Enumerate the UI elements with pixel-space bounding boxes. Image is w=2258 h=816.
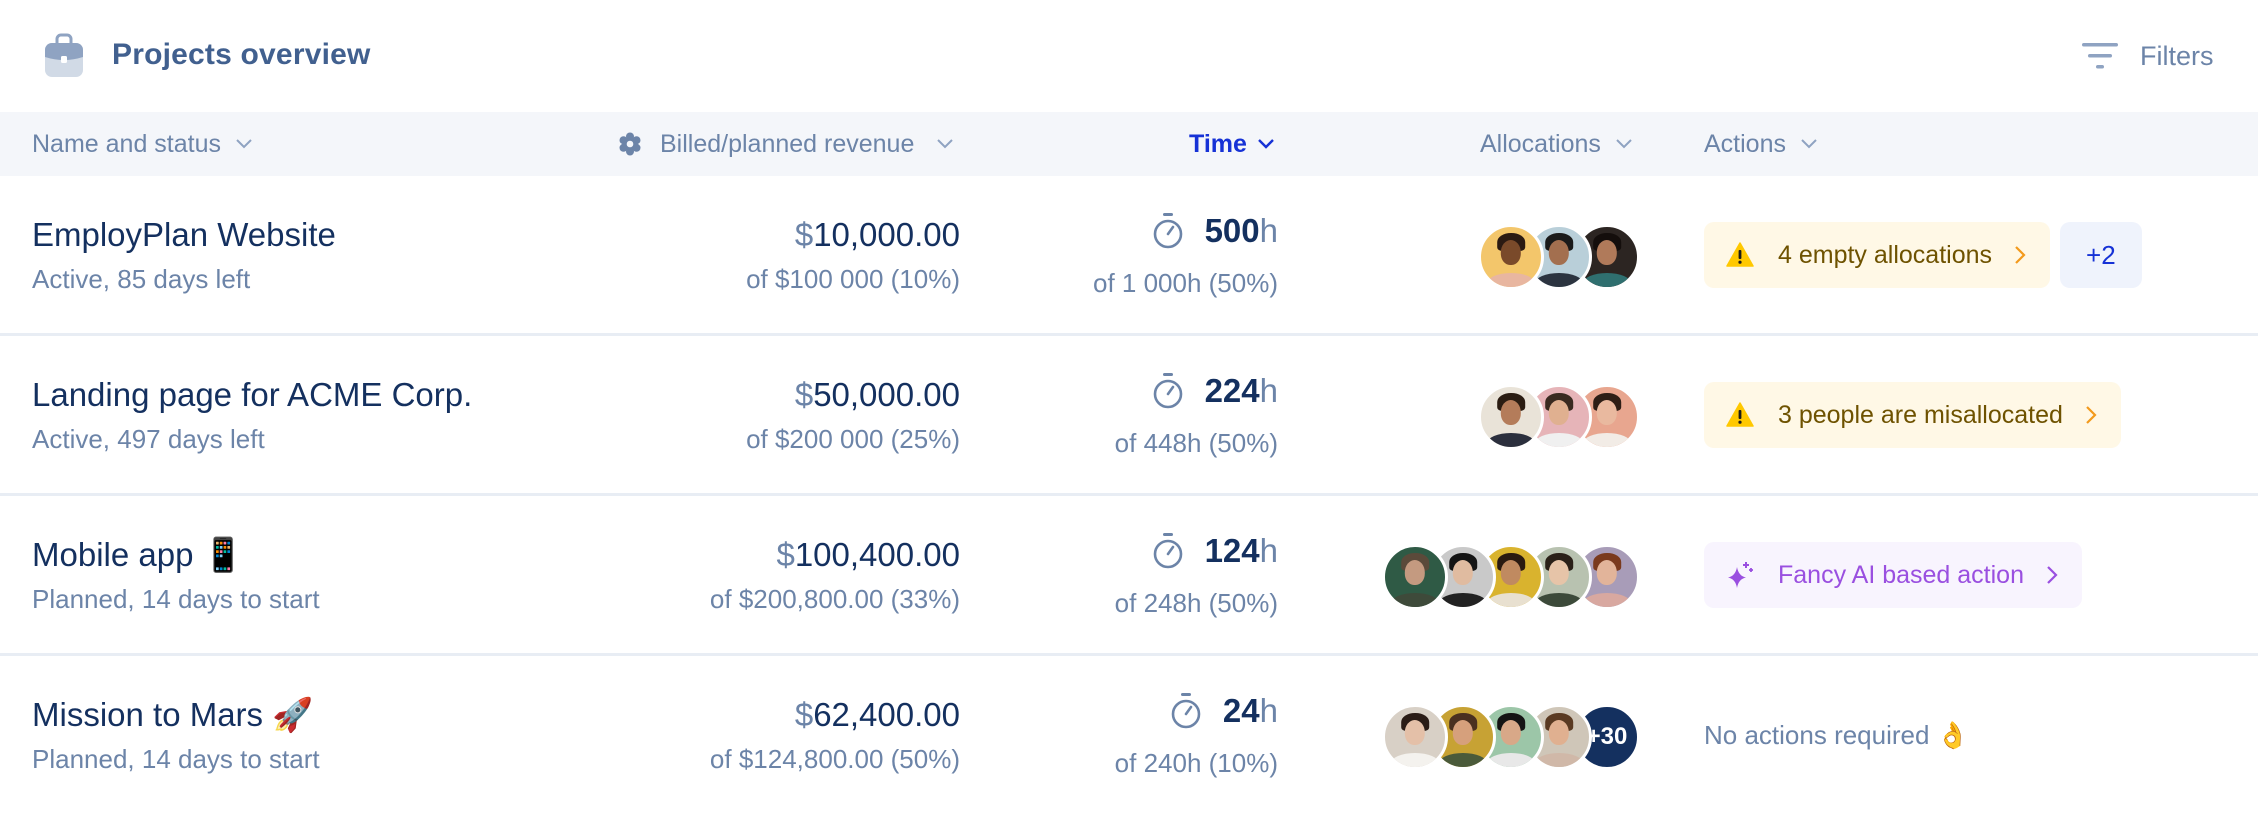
- chevron-right-icon: [2015, 246, 2026, 264]
- time-planned: of 1 000h (50%): [1092, 268, 1278, 298]
- time-unit: h: [1259, 372, 1278, 409]
- time-value: 124: [1204, 532, 1260, 569]
- row-actions: Fancy AI based action: [1704, 542, 2082, 608]
- chevron-down-icon: [937, 139, 954, 149]
- row-actions: 4 empty allocations +2: [1704, 222, 2142, 288]
- chevron-down-icon: [236, 139, 252, 149]
- stopwatch-icon: [1153, 533, 1182, 569]
- billed-amount: 100,400.00: [794, 536, 960, 573]
- row-actions: No actions required 👌: [1704, 702, 1969, 768]
- project-status: Active, 497 days left: [32, 424, 265, 454]
- time-value: 500: [1204, 212, 1260, 249]
- time-spent: 224h: [1151, 372, 1278, 410]
- action-label: Fancy AI based action: [1778, 560, 2024, 589]
- column-header-time[interactable]: Time: [1189, 112, 1275, 176]
- table-row[interactable]: Mission to Mars 🚀 Planned, 14 days to st…: [0, 656, 2258, 816]
- time-unit: h: [1259, 532, 1278, 569]
- billed-revenue: $50,000.00: [795, 376, 960, 414]
- billed-amount: 62,400.00: [813, 696, 960, 733]
- currency-symbol: $: [794, 376, 814, 413]
- allocations-avatars: [1478, 384, 1640, 450]
- chevron-right-icon: [2047, 566, 2058, 584]
- column-header-actions[interactable]: Actions: [1704, 112, 1818, 176]
- planned-revenue: of $124,800.00 (50%): [709, 744, 960, 774]
- table-row[interactable]: Mobile app 📱 Planned, 14 days to start $…: [0, 496, 2258, 656]
- filters-label: Filters: [2140, 40, 2214, 71]
- chevron-down-icon: [1258, 139, 1274, 149]
- ai-action-button[interactable]: Fancy AI based action: [1704, 542, 2082, 608]
- column-header-label: Billed/planned revenue: [660, 129, 915, 158]
- billed-revenue: $62,400.00: [795, 696, 960, 734]
- time-value: 224: [1204, 372, 1260, 409]
- billed-revenue: $100,400.00: [776, 536, 960, 574]
- time-unit: h: [1259, 212, 1278, 249]
- chevron-down-icon: [1616, 139, 1632, 149]
- stopwatch-icon: [1153, 373, 1182, 409]
- column-header-label: Actions: [1704, 129, 1786, 158]
- more-actions-button[interactable]: +2: [2060, 222, 2142, 288]
- stopwatch-icon: [1153, 213, 1182, 249]
- sparkle-icon: [1728, 562, 1753, 588]
- warning-action-button[interactable]: 4 empty allocations: [1704, 222, 2051, 288]
- project-name[interactable]: Mission to Mars 🚀: [32, 696, 313, 735]
- time-spent: 24h: [1169, 692, 1278, 730]
- briefcase-icon: [45, 33, 83, 77]
- planned-revenue: of $200,800.00 (33%): [709, 584, 960, 614]
- action-label: 3 people are misallocated: [1778, 400, 2063, 429]
- table-header: Name and status Billed/planned revenue T…: [0, 112, 2258, 176]
- time-spent: 124h: [1151, 532, 1278, 570]
- warning-icon: [1726, 242, 1754, 267]
- time-value: 24: [1222, 692, 1260, 729]
- filter-icon: [2082, 43, 2118, 69]
- project-status: Planned, 14 days to start: [32, 744, 320, 774]
- page-header: Projects overview Filters: [0, 0, 2258, 112]
- time-unit: h: [1259, 692, 1278, 729]
- billed-amount: 50,000.00: [813, 376, 960, 413]
- column-header-label: Allocations: [1480, 129, 1601, 158]
- allocations-avatars: +30: [1382, 704, 1640, 770]
- chevron-right-icon: [2086, 406, 2097, 424]
- avatar[interactable]: [1382, 544, 1448, 610]
- allocations-avatars: [1382, 544, 1640, 610]
- table-row[interactable]: EmployPlan Website Active, 85 days left …: [0, 176, 2258, 336]
- planned-revenue: of $200 000 (25%): [746, 424, 960, 454]
- time-planned: of 240h (10%): [1114, 748, 1278, 778]
- planned-revenue: of $100 000 (10%): [746, 264, 960, 294]
- column-header-revenue[interactable]: Billed/planned revenue: [618, 112, 954, 176]
- time-spent: 500h: [1151, 212, 1278, 250]
- column-header-label: Name and status: [32, 129, 221, 158]
- filters-button[interactable]: Filters: [2080, 34, 2214, 78]
- gear-icon[interactable]: [618, 132, 642, 156]
- billed-revenue: $10,000.00: [795, 216, 960, 254]
- project-name[interactable]: EmployPlan Website: [32, 216, 336, 254]
- currency-symbol: $: [794, 696, 814, 733]
- action-label: 4 empty allocations: [1778, 240, 1993, 269]
- column-header-allocations[interactable]: Allocations: [1480, 112, 1633, 176]
- avatar[interactable]: [1478, 224, 1544, 290]
- time-planned: of 248h (50%): [1114, 588, 1278, 618]
- avatar[interactable]: [1382, 704, 1448, 770]
- billed-amount: 10,000.00: [813, 216, 960, 253]
- table-row[interactable]: Landing page for ACME Corp. Active, 497 …: [0, 336, 2258, 496]
- column-header-label: Time: [1189, 129, 1247, 158]
- chevron-down-icon: [1801, 139, 1817, 149]
- currency-symbol: $: [794, 216, 814, 253]
- avatar[interactable]: [1478, 384, 1544, 450]
- project-name[interactable]: Landing page for ACME Corp.: [32, 376, 472, 414]
- currency-symbol: $: [776, 536, 795, 573]
- project-name[interactable]: Mobile app 📱: [32, 536, 244, 575]
- warning-icon: [1726, 402, 1754, 427]
- page-title: Projects overview: [112, 38, 371, 71]
- time-planned: of 448h (50%): [1114, 428, 1278, 458]
- no-actions-text: No actions required 👌: [1704, 719, 1970, 750]
- project-status: Planned, 14 days to start: [32, 584, 320, 614]
- project-status: Active, 85 days left: [32, 264, 251, 294]
- row-actions: 3 people are misallocated: [1704, 382, 2121, 448]
- column-header-name[interactable]: Name and status: [32, 112, 253, 176]
- stopwatch-icon: [1171, 693, 1201, 729]
- allocations-avatars: [1478, 224, 1640, 290]
- warning-action-button[interactable]: 3 people are misallocated: [1704, 382, 2121, 448]
